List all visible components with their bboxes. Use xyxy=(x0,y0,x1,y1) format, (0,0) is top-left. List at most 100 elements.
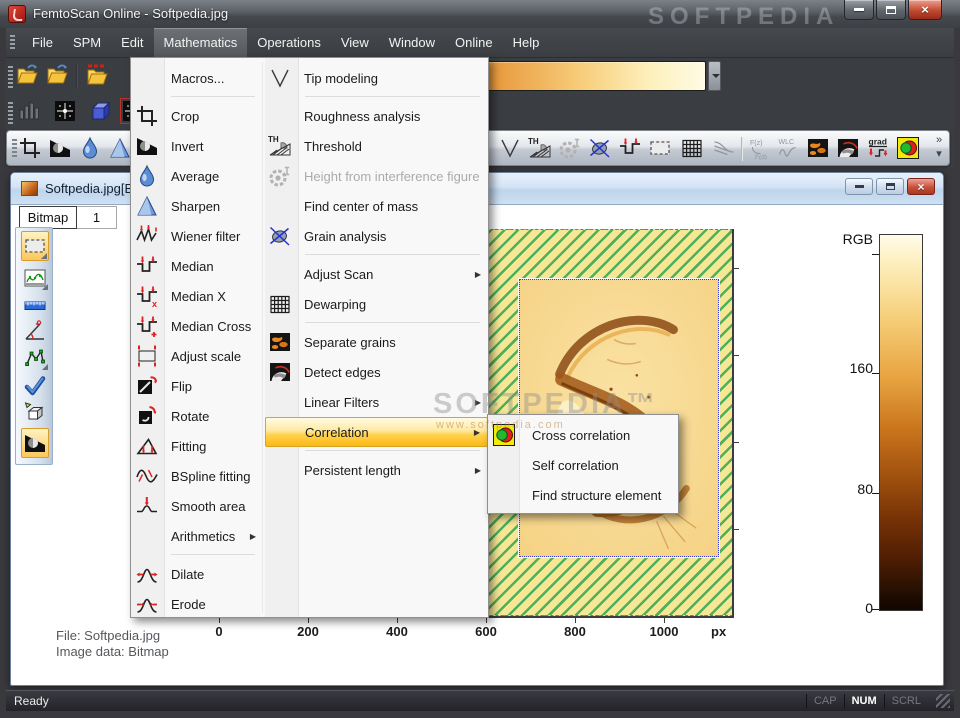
import-file-button[interactable] xyxy=(84,62,110,88)
menu-item-arithmetics[interactable]: Arithmetics ▶ xyxy=(131,521,263,551)
menu-item-median-x[interactable]: Median X xyxy=(131,281,263,311)
median-select-button[interactable] xyxy=(647,135,673,161)
menu-item-dilate[interactable]: Dilate xyxy=(131,559,263,589)
profile-section-button[interactable] xyxy=(21,265,49,291)
menu-item-wiener-filter[interactable]: Wiener filter xyxy=(131,221,263,251)
height-interference-button[interactable] xyxy=(557,135,583,161)
palette-options-button[interactable] xyxy=(708,61,721,91)
title-bar[interactable]: FemtoScan Online - Softpedia.jpg × xyxy=(0,0,960,28)
menu-edit[interactable]: Edit xyxy=(111,28,153,57)
invert-tool-button[interactable] xyxy=(21,428,49,458)
menu-item-median-cross[interactable]: Median Cross xyxy=(131,311,263,341)
menu-item-tip-modeling[interactable]: Tip modeling xyxy=(265,63,488,93)
file-info-line: File: Softpedia.jpg xyxy=(56,628,161,643)
colorbar-tick-label: 160 xyxy=(849,360,873,376)
menu-separator xyxy=(265,447,488,455)
menu-item-macros[interactable]: Macros... xyxy=(131,63,263,93)
dewarping-button[interactable] xyxy=(679,135,705,161)
fft-filter-button[interactable] xyxy=(52,98,78,124)
menu-item-separate-grains[interactable]: Separate grains xyxy=(265,327,488,357)
toolbar-overflow-button[interactable]: » ▾ xyxy=(933,133,945,161)
menu-item-adjust-scan[interactable]: Adjust Scan ▶ xyxy=(265,259,488,289)
minimize-button[interactable] xyxy=(844,0,874,20)
tab-bitmap[interactable]: Bitmap xyxy=(19,206,77,229)
menu-item-flip[interactable]: Flip xyxy=(131,371,263,401)
angle-measure-button[interactable] xyxy=(21,318,49,344)
x-tick xyxy=(308,618,309,623)
menu-item-linear-filters[interactable]: Linear Filters ▶ xyxy=(265,387,488,417)
menu-item-persistent-length[interactable]: Persistent length ▶ xyxy=(265,455,488,485)
menu-operations[interactable]: Operations xyxy=(247,28,331,57)
menu-item-threshold[interactable]: Threshold xyxy=(265,131,488,161)
tip-modeling-button[interactable] xyxy=(497,135,523,161)
correlation-button[interactable] xyxy=(895,135,921,161)
menu-item-adjust-scale[interactable]: Adjust scale xyxy=(131,341,263,371)
menu-item-detect-edges[interactable]: Detect edges xyxy=(265,357,488,387)
close-button[interactable]: × xyxy=(908,0,942,20)
f-z-button[interactable] xyxy=(745,135,771,161)
menu-item-bspline-fitting[interactable]: BSpline fitting xyxy=(131,461,263,491)
menu-item-fitting[interactable]: Fitting xyxy=(131,431,263,461)
doc-restore-button[interactable] xyxy=(876,178,904,195)
doc-close-button[interactable]: × xyxy=(907,178,935,195)
menu-file[interactable]: File xyxy=(22,28,63,57)
separate-grains-button[interactable] xyxy=(805,135,831,161)
threshold-button[interactable] xyxy=(527,135,553,161)
threshold-icon xyxy=(268,134,292,158)
gradient-button[interactable] xyxy=(865,135,891,161)
menu-item-cross-correlation[interactable]: Cross correlation xyxy=(488,420,678,450)
open-file-button[interactable] xyxy=(14,62,40,88)
menu-item-self-correlation[interactable]: Self correlation xyxy=(488,450,678,480)
menu-item-grain-analysis[interactable]: Grain analysis xyxy=(265,221,488,251)
menu-item-dewarping[interactable]: Dewarping xyxy=(265,289,488,319)
menu-item-erode[interactable]: Erode xyxy=(131,589,263,619)
toolbar1-grip[interactable] xyxy=(8,66,13,88)
detect-edges-button[interactable] xyxy=(835,135,861,161)
crop-button[interactable] xyxy=(17,135,43,161)
x-tick-label: 0 xyxy=(215,624,223,639)
menu-view[interactable]: View xyxy=(331,28,379,57)
grain-analysis-button[interactable] xyxy=(587,135,613,161)
menu-item-rotate[interactable]: Rotate xyxy=(131,401,263,431)
menu-item-roughness-analysis[interactable]: Roughness analysis xyxy=(265,101,488,131)
menu-item-smooth-area[interactable]: Smooth area xyxy=(131,491,263,521)
toolbar2-grip[interactable] xyxy=(8,102,13,124)
x-tick-label: 200 xyxy=(297,624,319,639)
average-button[interactable] xyxy=(77,135,103,161)
menubar-grip[interactable] xyxy=(10,35,15,51)
menu-help[interactable]: Help xyxy=(503,28,550,57)
apply-button[interactable] xyxy=(21,373,49,399)
menu-item-average[interactable]: Average xyxy=(131,161,263,191)
menu-spm[interactable]: SPM xyxy=(63,28,111,57)
menu-item-crop[interactable]: Crop xyxy=(131,101,263,131)
median-button[interactable] xyxy=(617,135,643,161)
structure-element-button[interactable] xyxy=(21,399,49,425)
restore-button[interactable] xyxy=(876,0,906,20)
menu-item-find-structure-element[interactable]: Find structure element xyxy=(488,480,678,510)
menu-item-height-from-interference[interactable]: Height from interference figure xyxy=(265,161,488,191)
menu-separator xyxy=(265,251,488,259)
menu-item-sharpen[interactable]: Sharpen xyxy=(131,191,263,221)
wlc-button[interactable] xyxy=(775,135,801,161)
histogram-button[interactable] xyxy=(16,98,42,124)
invert-button[interactable] xyxy=(47,135,73,161)
adjust-scale-icon xyxy=(135,344,159,368)
menu-item-find-center-of-mass[interactable]: Find center of mass xyxy=(265,191,488,221)
x-tick-label: 400 xyxy=(386,624,408,639)
ruler-button[interactable] xyxy=(21,292,49,318)
menu-mathematics[interactable]: Mathematics xyxy=(153,28,248,57)
grain-analysis-icon xyxy=(268,224,292,248)
doc-minimize-button[interactable] xyxy=(845,178,873,195)
tab-1[interactable]: 1 xyxy=(77,206,117,229)
menu-window[interactable]: Window xyxy=(379,28,445,57)
surface-3d-button[interactable] xyxy=(88,98,114,124)
select-region-button[interactable] xyxy=(21,231,49,261)
polyline-button[interactable] xyxy=(21,345,49,371)
menu-item-median[interactable]: Median xyxy=(131,251,263,281)
menu-item-correlation[interactable]: Correlation ▶ xyxy=(265,417,488,447)
menu-item-invert[interactable]: Invert xyxy=(131,131,263,161)
open-file-alt-button[interactable] xyxy=(44,62,70,88)
menu-online[interactable]: Online xyxy=(445,28,503,57)
force-curves-button[interactable] xyxy=(711,135,737,161)
resize-grip[interactable] xyxy=(936,694,950,708)
